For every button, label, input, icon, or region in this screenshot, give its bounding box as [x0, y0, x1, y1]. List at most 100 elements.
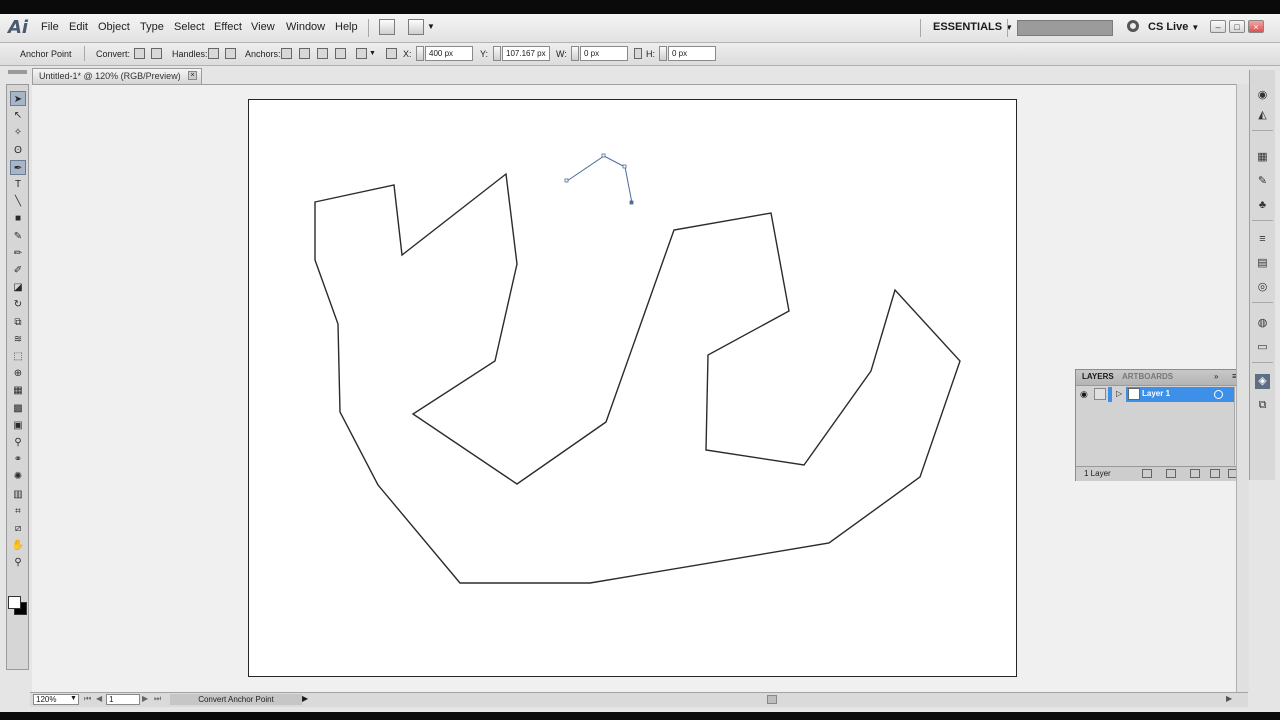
- maximize-button[interactable]: □: [1229, 20, 1245, 33]
- hide-handles-icon[interactable]: [225, 48, 236, 59]
- arrange-documents-icon[interactable]: [408, 19, 424, 35]
- status-tool-name[interactable]: Convert Anchor Point: [170, 694, 302, 705]
- gradient-panel-icon[interactable]: ▤: [1255, 256, 1270, 271]
- x-field[interactable]: 400 px: [425, 46, 473, 61]
- isolate-icon[interactable]: [335, 48, 346, 59]
- first-page-icon[interactable]: ⏮: [84, 694, 91, 704]
- type-tool[interactable]: T: [10, 177, 26, 192]
- convert-to-corner-icon[interactable]: [134, 48, 145, 59]
- pen-tool[interactable]: ✒: [10, 159, 26, 175]
- target-icon[interactable]: [1214, 390, 1223, 399]
- menu-select[interactable]: Select: [174, 21, 205, 33]
- eraser-tool[interactable]: ◪: [10, 280, 26, 295]
- w-stepper[interactable]: [571, 46, 579, 61]
- graphic-styles-icon[interactable]: ▭: [1255, 340, 1270, 355]
- direct-selection-tool[interactable]: ↖: [10, 108, 26, 123]
- anchor-point[interactable]: [629, 200, 634, 205]
- rectangle-tool[interactable]: ■: [10, 211, 26, 226]
- perspective-grid-tool[interactable]: ▦: [10, 383, 26, 398]
- anchor-point[interactable]: [622, 164, 627, 169]
- selection-tool[interactable]: ➤: [10, 91, 26, 106]
- status-menu-icon[interactable]: ▶: [302, 694, 308, 703]
- scroll-right-icon[interactable]: ▶: [1226, 694, 1232, 703]
- gradient-tool[interactable]: ▣: [10, 418, 26, 433]
- new-layer-icon[interactable]: [1210, 469, 1220, 478]
- help-search-input[interactable]: [1017, 20, 1113, 36]
- artwork[interactable]: [248, 99, 1017, 677]
- color-panel-icon[interactable]: ◉: [1255, 88, 1270, 103]
- workspace-switcher[interactable]: ESSENTIALS ▼: [933, 21, 1013, 33]
- chevron-down-icon[interactable]: ▼: [70, 695, 77, 702]
- mesh-tool[interactable]: ▩: [10, 401, 26, 416]
- collapse-icon[interactable]: »: [1214, 372, 1218, 381]
- swatches-icon[interactable]: ▦: [1255, 150, 1270, 165]
- paintbrush-tool[interactable]: ✎: [10, 229, 26, 244]
- new-sublayer-icon[interactable]: [1190, 469, 1200, 478]
- next-page-icon[interactable]: ▶: [142, 694, 148, 703]
- column-graph-tool[interactable]: ▥: [10, 487, 26, 502]
- last-page-icon[interactable]: ⏭: [154, 694, 161, 704]
- w-field[interactable]: 0 px: [580, 46, 628, 61]
- h-field[interactable]: 0 px: [668, 46, 716, 61]
- cut-path-icon[interactable]: [317, 48, 328, 59]
- close-button[interactable]: ×: [1248, 20, 1264, 33]
- symbol-sprayer-tool[interactable]: ✺: [10, 469, 26, 484]
- shape-builder-tool[interactable]: ⊕: [10, 366, 26, 381]
- cs-live-button[interactable]: CS Live ▼: [1148, 21, 1199, 33]
- chevron-down-icon[interactable]: ▼: [369, 50, 376, 57]
- color-guide-icon[interactable]: ◭: [1255, 108, 1270, 123]
- document-tab[interactable]: Untitled-1* @ 120% (RGB/Preview): [32, 68, 202, 84]
- tab-layers[interactable]: LAYERS: [1082, 372, 1114, 381]
- scale-tool[interactable]: ⧉: [10, 315, 26, 330]
- slice-tool[interactable]: ⧄: [10, 521, 26, 536]
- constrain-proportions-icon[interactable]: [634, 48, 642, 59]
- stroke-panel-icon[interactable]: ≡: [1255, 232, 1270, 247]
- rotate-tool[interactable]: ↻: [10, 297, 26, 312]
- line-tool[interactable]: ╲: [10, 194, 26, 209]
- connect-anchors-icon[interactable]: [299, 48, 310, 59]
- layer-name[interactable]: Layer 1: [1142, 389, 1170, 398]
- clipping-mask-icon[interactable]: [1166, 469, 1176, 478]
- h-stepper[interactable]: [659, 46, 667, 61]
- reference-point-icon[interactable]: [386, 48, 397, 59]
- tab-artboards[interactable]: ARTBOARDS: [1122, 372, 1173, 381]
- free-transform-tool[interactable]: ⬚: [10, 349, 26, 364]
- eyedropper-tool[interactable]: ⚲: [10, 435, 26, 450]
- tools-panel-grip[interactable]: [8, 70, 27, 74]
- menu-effect[interactable]: Effect: [214, 21, 242, 33]
- x-stepper[interactable]: [416, 46, 424, 61]
- menu-help[interactable]: Help: [335, 21, 358, 33]
- blob-brush-tool[interactable]: ✐: [10, 263, 26, 278]
- blend-tool[interactable]: ⚭: [10, 452, 26, 467]
- fill-swatch[interactable]: [8, 596, 21, 609]
- layers-panel-icon[interactable]: ◈: [1255, 374, 1270, 389]
- menu-object[interactable]: Object: [98, 21, 130, 33]
- show-handles-icon[interactable]: [208, 48, 219, 59]
- align-icon[interactable]: [356, 48, 367, 59]
- minimize-button[interactable]: –: [1210, 20, 1226, 33]
- pencil-tool[interactable]: ✏: [10, 246, 26, 261]
- hand-tool[interactable]: ✋: [10, 538, 26, 553]
- remove-anchor-icon[interactable]: [281, 48, 292, 59]
- artboards-panel-icon[interactable]: ⧉: [1255, 398, 1270, 413]
- expand-triangle-icon[interactable]: ▷: [1116, 389, 1122, 398]
- anchor-point[interactable]: [601, 153, 606, 158]
- zoom-tool[interactable]: ⚲: [10, 555, 26, 570]
- menu-type[interactable]: Type: [140, 21, 164, 33]
- menu-view[interactable]: View: [251, 21, 275, 33]
- artboard-tool[interactable]: ⌗: [10, 504, 26, 519]
- previous-page-icon[interactable]: ◀: [96, 694, 102, 703]
- symbols-icon[interactable]: ♣: [1255, 198, 1270, 213]
- bridge-icon[interactable]: [379, 19, 395, 35]
- magic-wand-tool[interactable]: ✧: [10, 125, 26, 140]
- transparency-icon[interactable]: ◎: [1255, 280, 1270, 295]
- appearance-icon[interactable]: ◍: [1255, 316, 1270, 331]
- convert-to-smooth-icon[interactable]: [151, 48, 162, 59]
- anchor-point[interactable]: [564, 178, 569, 183]
- close-tab-icon[interactable]: ×: [188, 71, 197, 80]
- menu-file[interactable]: File: [41, 21, 59, 33]
- y-field[interactable]: 107.167 px: [502, 46, 550, 61]
- vertical-scrollbar[interactable]: [1236, 84, 1249, 692]
- menu-edit[interactable]: Edit: [69, 21, 88, 33]
- locate-object-icon[interactable]: [1142, 469, 1152, 478]
